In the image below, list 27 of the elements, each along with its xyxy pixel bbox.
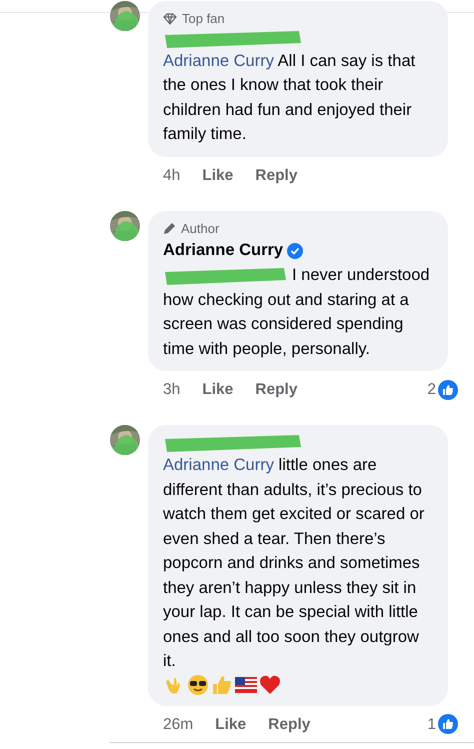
timestamp: 4h bbox=[163, 166, 180, 186]
thumbs-up-icon bbox=[211, 674, 233, 696]
timestamp: 26m bbox=[163, 714, 194, 735]
reaction-count: 1 bbox=[427, 714, 436, 735]
action-button[interactable]: Like bbox=[202, 164, 234, 187]
action-button[interactable]: Reply bbox=[255, 164, 298, 187]
action-button[interactable]: Reply bbox=[268, 712, 310, 736]
like-badge-icon bbox=[438, 380, 458, 400]
mention-link[interactable]: Adrianne Curry bbox=[163, 52, 274, 70]
comment-text: Adrianne Curry All I can say is that the ones I know that took their children had fun and enjoyed their family time. bbox=[163, 50, 416, 145]
badge-label: Top fan bbox=[182, 10, 225, 28]
like-badge-icon bbox=[438, 714, 458, 734]
action-button[interactable]: Like bbox=[215, 712, 246, 736]
comment-text: Adrianne Curry little ones are different than adults, it’s precious to watch them get excited or scared or even shed a tear. Then there’s popcorn and drinks and sometimes they aren’t happy unless they sit in your lap. It can be special with little ones and all too soon they outgrow it. bbox=[163, 455, 426, 672]
sunglasses-face-icon bbox=[187, 674, 209, 696]
timestamp: 3h bbox=[163, 380, 180, 400]
reaction-count: 2 bbox=[427, 380, 436, 400]
action-button[interactable]: Like bbox=[202, 378, 234, 402]
flag-icon bbox=[235, 676, 257, 693]
pen-icon bbox=[163, 222, 176, 235]
comment-text: I never understood how checking out and staring at a screen was considered spending time with people, personally. bbox=[163, 264, 431, 360]
heart-icon bbox=[259, 674, 281, 695]
mention-link[interactable]: Adrianne Curry bbox=[163, 456, 274, 474]
diamond-icon bbox=[163, 12, 177, 25]
author-name[interactable]: Adrianne Curry bbox=[163, 238, 284, 263]
action-button[interactable]: Reply bbox=[255, 378, 298, 402]
badge-label: Author bbox=[181, 220, 220, 238]
